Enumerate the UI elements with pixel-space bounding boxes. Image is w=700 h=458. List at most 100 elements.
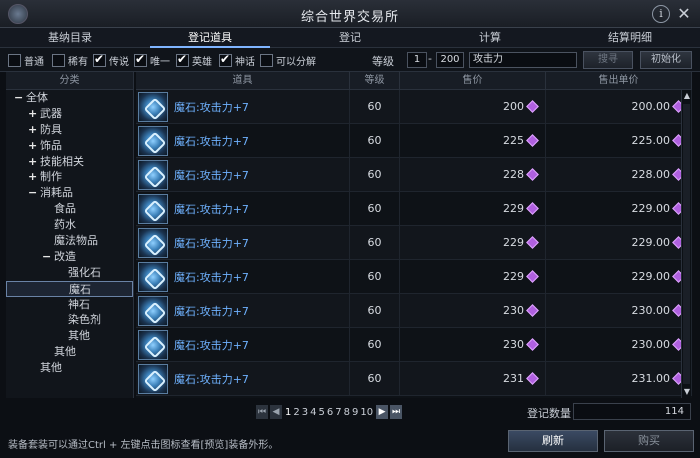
page-number[interactable]: 9 [351, 407, 359, 418]
category-item[interactable]: − 消耗品 [6, 185, 133, 201]
item-cell[interactable]: 魔石:攻击力+7 [136, 294, 350, 327]
category-item[interactable]: 神石 [6, 297, 133, 313]
scroll-thumb[interactable] [683, 104, 690, 384]
expand-icon[interactable]: + [28, 138, 38, 154]
next-page-icon[interactable]: ▶ [376, 405, 389, 419]
scroll-down-icon[interactable]: ▼ [682, 386, 692, 398]
page-number[interactable]: 3 [301, 407, 309, 418]
category-item[interactable]: − 全体 [6, 90, 133, 106]
category-item[interactable]: 魔法物品 [6, 233, 133, 249]
table-row[interactable]: 魔石:攻击力+7 60 229 229.00 [136, 260, 692, 294]
page-number[interactable]: 10 [359, 407, 374, 418]
collapse-icon[interactable]: − [28, 185, 38, 201]
item-cell[interactable]: 魔石:攻击力+7 [136, 158, 350, 191]
search-input[interactable]: 攻击力 [469, 52, 577, 68]
odian-stone-icon[interactable] [138, 295, 168, 326]
category-item[interactable]: + 制作 [6, 169, 133, 185]
search-button[interactable]: 搜寻 [583, 51, 633, 69]
page-number[interactable]: 2 [292, 407, 300, 418]
tab-3[interactable]: 登记 [280, 28, 420, 47]
table-scrollbar[interactable]: ▲ ▼ [681, 90, 691, 398]
odian-stone-icon[interactable] [138, 329, 168, 360]
filter-checkbox-3[interactable]: 传说 [93, 52, 129, 68]
table-row[interactable]: 魔石:攻击力+7 60 230 230.00 [136, 294, 692, 328]
table-row[interactable]: 魔石:攻击力+7 60 230 230.00 [136, 328, 692, 362]
table-row[interactable]: 魔石:攻击力+7 60 231 231.00 [136, 362, 692, 396]
info-icon[interactable]: i [652, 5, 670, 23]
odian-stone-icon[interactable] [138, 363, 168, 394]
odian-stone-icon[interactable] [138, 159, 168, 190]
prev-page-icon[interactable]: ◀ [270, 405, 282, 419]
category-item[interactable]: + 防具 [6, 122, 133, 138]
column-header-item[interactable]: 道具 [136, 72, 350, 89]
item-cell[interactable]: 魔石:攻击力+7 [136, 124, 350, 157]
filter-checkbox-6[interactable]: 神话 [219, 52, 255, 68]
refresh-button[interactable]: 刷新 [508, 430, 598, 452]
item-cell[interactable]: 魔石:攻击力+7 [136, 192, 350, 225]
table-row[interactable]: 魔石:攻击力+7 60 229 229.00 [136, 226, 692, 260]
tab-5[interactable]: 结算明细 [560, 28, 700, 47]
table-row[interactable]: 魔石:攻击力+7 60 229 229.00 [136, 192, 692, 226]
item-cell[interactable]: 魔石:攻击力+7 [136, 90, 350, 123]
category-item[interactable]: 其他 [6, 360, 133, 376]
collapse-icon[interactable]: − [42, 249, 52, 265]
category-item[interactable]: + 武器 [6, 106, 133, 122]
checkbox-box[interactable] [52, 53, 65, 67]
category-item[interactable]: 其他 [6, 328, 133, 344]
odian-stone-icon[interactable] [138, 261, 168, 292]
table-row[interactable]: 魔石:攻击力+7 60 225 225.00 [136, 124, 692, 158]
filter-checkbox-7[interactable]: 可以分解 [260, 52, 316, 68]
category-item[interactable]: 其他 [6, 344, 133, 360]
category-item[interactable]: + 饰品 [6, 138, 133, 154]
filter-checkbox-1[interactable]: 普通 [8, 52, 44, 68]
column-header-price[interactable]: 售价 [400, 72, 546, 89]
category-item[interactable]: 魔石 [6, 280, 133, 297]
page-number[interactable]: 4 [309, 407, 317, 418]
page-number[interactable]: 8 [343, 407, 351, 418]
category-item[interactable]: 食品 [6, 201, 133, 217]
item-cell[interactable]: 魔石:攻击力+7 [136, 260, 350, 293]
tab-1[interactable]: 基纳目录 [0, 28, 140, 47]
page-number[interactable]: 6 [326, 407, 334, 418]
filter-checkbox-5[interactable]: 英雄 [176, 52, 212, 68]
level-max-input[interactable]: 200 [436, 52, 464, 68]
category-item[interactable]: 染色剂 [6, 312, 133, 328]
last-page-icon[interactable]: ⏭ [390, 405, 403, 419]
table-row[interactable]: 魔石:攻击力+7 60 200 200.00 [136, 90, 692, 124]
expand-icon[interactable]: + [28, 169, 38, 185]
category-item[interactable]: − 改造 [6, 249, 133, 265]
item-cell[interactable]: 魔石:攻击力+7 [136, 328, 350, 361]
expand-icon[interactable]: + [28, 122, 38, 138]
checkbox-box[interactable] [134, 52, 147, 67]
page-number[interactable]: 1 [284, 407, 292, 418]
column-header-level[interactable]: 等级 [350, 72, 400, 89]
checkbox-box[interactable] [176, 52, 189, 67]
checkbox-box[interactable] [8, 53, 21, 67]
odian-stone-icon[interactable] [138, 125, 168, 156]
close-icon[interactable]: ✕ [674, 4, 694, 24]
category-item[interactable]: + 技能相关 [6, 154, 133, 170]
odian-stone-icon[interactable] [138, 193, 168, 224]
checkbox-box[interactable] [93, 52, 106, 67]
expand-icon[interactable]: + [28, 154, 38, 170]
filter-checkbox-4[interactable]: 唯一 [134, 52, 170, 68]
odian-stone-icon[interactable] [138, 227, 168, 258]
checkbox-box[interactable] [260, 53, 273, 67]
tab-2[interactable]: 登记道具 [140, 28, 280, 48]
category-item[interactable]: 药水 [6, 217, 133, 233]
page-number[interactable]: 7 [334, 407, 342, 418]
page-number[interactable]: 5 [318, 407, 326, 418]
buy-button[interactable]: 购买 [604, 430, 694, 452]
level-min-input[interactable]: 1 [407, 52, 427, 68]
collapse-icon[interactable]: − [14, 90, 24, 106]
expand-icon[interactable]: + [28, 106, 38, 122]
tab-4[interactable]: 计算 [420, 28, 560, 47]
category-item[interactable]: 强化石 [6, 265, 133, 281]
table-row[interactable]: 魔石:攻击力+7 60 228 228.00 [136, 158, 692, 192]
odian-stone-icon[interactable] [138, 91, 168, 122]
scroll-up-icon[interactable]: ▲ [682, 90, 692, 102]
item-cell[interactable]: 魔石:攻击力+7 [136, 226, 350, 259]
first-page-icon[interactable]: ⏮ [256, 405, 268, 419]
filter-checkbox-2[interactable]: 稀有 [52, 52, 88, 68]
item-cell[interactable]: 魔石:攻击力+7 [136, 362, 350, 395]
